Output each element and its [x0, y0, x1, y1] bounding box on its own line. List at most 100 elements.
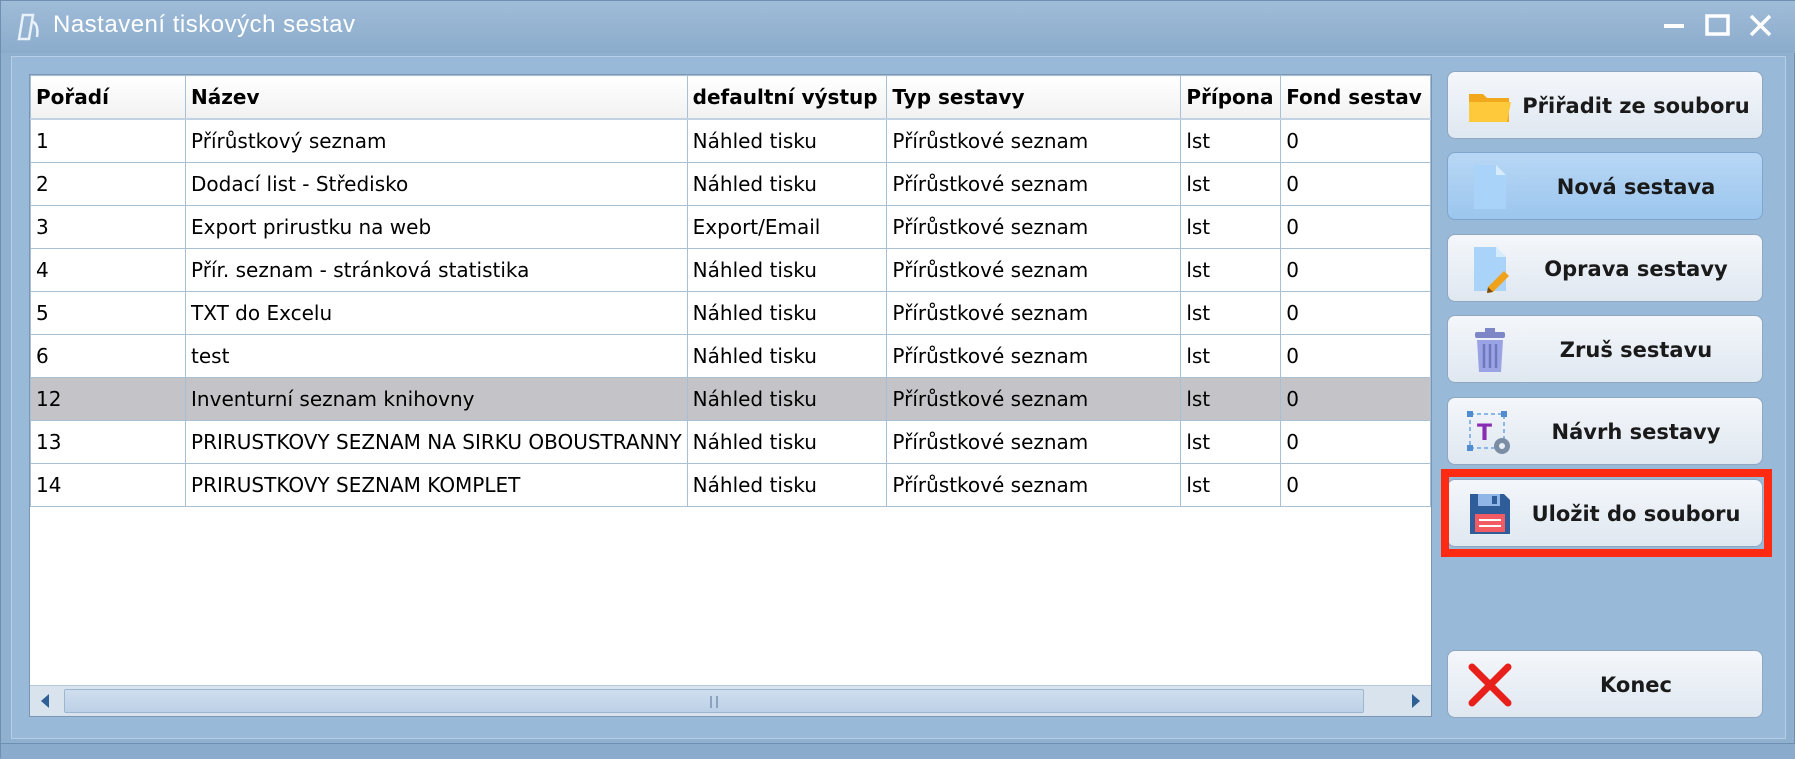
cell-order[interactable]: 4	[30, 248, 187, 292]
report-settings-window: Nastavení tiskových sestav Pořadí Název …	[0, 0, 1795, 759]
cell-extension[interactable]: lst	[1180, 291, 1282, 335]
table-row[interactable]: 5 TXT do Excelu Náhled tisku Přírůstkové se…	[30, 291, 1431, 335]
assign-from-file-button[interactable]: Přiřadit ze souboru	[1447, 71, 1763, 139]
cell-report-type[interactable]: Přírůstkové seznam	[886, 420, 1182, 464]
cell-extension[interactable]: lst	[1180, 248, 1282, 292]
cell-order[interactable]: 1	[30, 118, 187, 163]
window-title: Nastavení tiskových sestav	[53, 11, 356, 38]
cell-order[interactable]: 3	[30, 205, 187, 249]
document-icon	[1474, 165, 1506, 209]
folder-icon	[1469, 94, 1511, 122]
cell-default-output[interactable]: Náhled tisku	[686, 463, 888, 507]
cell-extension[interactable]: lst	[1180, 463, 1282, 507]
report-designer-icon: T	[1467, 411, 1510, 454]
cell-order[interactable]: 5	[30, 291, 187, 335]
cell-extension[interactable]: lst	[1180, 420, 1282, 464]
cell-default-output[interactable]: Náhled tisku	[686, 334, 888, 378]
cell-default-output[interactable]: Náhled tisku	[686, 248, 888, 292]
table-row[interactable]: 2 Dodací list - Středisko Náhled tisku Přír…	[30, 162, 1431, 206]
cell-name[interactable]: Dodací list - Středisko	[185, 162, 688, 206]
cell-report-type[interactable]: Přírůstkové seznam	[886, 463, 1182, 507]
cell-report-type[interactable]: Přírůstkové seznam	[886, 162, 1182, 206]
new-report-button[interactable]: Nová sestava	[1447, 152, 1763, 220]
app-logo-icon	[17, 13, 39, 41]
scrollbar-thumb[interactable]	[64, 689, 1364, 713]
cell-order[interactable]: 12	[30, 377, 187, 421]
cell-name[interactable]: test	[185, 334, 688, 378]
design-report-label: Návrh sestavy	[1551, 420, 1721, 444]
table-row[interactable]: 6 test Náhled tisku Přírůstkové seznam lst 0	[30, 334, 1431, 378]
edit-report-button[interactable]: Oprava sestavy	[1447, 234, 1763, 302]
cell-name[interactable]: Export prirustku na web	[185, 205, 688, 249]
cell-report-fund[interactable]: 0	[1280, 162, 1431, 206]
cell-extension[interactable]: lst	[1180, 162, 1282, 206]
cell-name[interactable]: Přír. seznam - stránková statistika	[185, 248, 688, 292]
cell-name[interactable]: Přírůstkový seznam	[185, 118, 688, 163]
cell-report-type[interactable]: Přírůstkové seznam	[886, 205, 1182, 249]
cell-report-fund[interactable]: 0	[1280, 291, 1431, 335]
column-header-name[interactable]: Název	[185, 75, 688, 120]
column-header-extension[interactable]: Přípona	[1180, 75, 1282, 120]
cell-report-type[interactable]: Přírůstkové seznam	[886, 118, 1182, 163]
cell-default-output[interactable]: Náhled tisku	[686, 291, 888, 335]
column-header-report-type[interactable]: Typ sestavy	[886, 75, 1182, 120]
cell-extension[interactable]: lst	[1180, 205, 1282, 249]
minimize-icon[interactable]	[1658, 9, 1692, 43]
cell-report-type[interactable]: Přírůstkové seznam	[886, 291, 1182, 335]
cell-order[interactable]: 13	[30, 420, 187, 464]
scroll-left-icon[interactable]	[30, 686, 60, 716]
cell-report-fund[interactable]: 0	[1280, 118, 1431, 163]
cell-report-type[interactable]: Přírůstkové seznam	[886, 377, 1182, 421]
title-bar[interactable]: Nastavení tiskových sestav	[1, 1, 1795, 53]
table-header-row: Pořadí Název defaultní výstup Typ sestav…	[30, 75, 1431, 120]
table-row[interactable]: 14 PRIRUSTKOVY SEZNAM KOMPLET Náhled tisku…	[30, 463, 1431, 507]
column-header-order[interactable]: Pořadí	[30, 75, 187, 120]
cell-default-output[interactable]: Náhled tisku	[686, 377, 888, 421]
cell-name[interactable]: TXT do Excelu	[185, 291, 688, 335]
cell-default-output[interactable]: Náhled tisku	[686, 118, 888, 163]
table-row[interactable]: 1 Přírůstkový seznam Náhled tisku Přírůstko…	[30, 118, 1431, 163]
delete-report-label: Zruš sestavu	[1559, 338, 1713, 362]
cell-order[interactable]: 6	[30, 334, 187, 378]
cell-report-fund[interactable]: 0	[1280, 334, 1431, 378]
cell-default-output[interactable]: Náhled tisku	[686, 420, 888, 464]
close-window-icon[interactable]	[1744, 9, 1778, 43]
delete-report-button[interactable]: Zruš sestavu	[1447, 315, 1763, 383]
cell-name[interactable]: Inventurní seznam knihovny	[185, 377, 688, 421]
close-button[interactable]: Konec	[1447, 650, 1763, 718]
table-row[interactable]: 12 Inventurní seznam knihovny Náhled tisku…	[30, 377, 1431, 421]
svg-text:T: T	[1477, 421, 1492, 446]
cell-order[interactable]: 2	[30, 162, 187, 206]
cell-default-output[interactable]: Náhled tisku	[686, 162, 888, 206]
table-row[interactable]: 3 Export prirustku na web Export/Email Přír…	[30, 205, 1431, 249]
reports-grid[interactable]: Pořadí Název defaultní výstup Typ sestav…	[29, 74, 1432, 717]
cell-report-fund[interactable]: 0	[1280, 248, 1431, 292]
red-x-icon	[1468, 663, 1512, 707]
scroll-right-icon[interactable]	[1401, 686, 1431, 716]
cell-extension[interactable]: lst	[1180, 377, 1282, 421]
cell-report-fund[interactable]: 0	[1280, 463, 1431, 507]
cell-name[interactable]: PRIRUSTKOVY SEZNAM KOMPLET	[185, 463, 688, 507]
cell-report-type[interactable]: Přírůstkové seznam	[886, 334, 1182, 378]
column-header-default-output[interactable]: defaultní výstup	[686, 75, 888, 120]
floppy-disk-icon	[1470, 494, 1510, 534]
trash-icon	[1475, 328, 1505, 372]
save-to-file-button[interactable]: Uložit do souboru	[1447, 479, 1763, 547]
cell-name[interactable]: PRIRUSTKOVY SEZNAM NA SIRKU OBOUSTRANNY	[185, 420, 688, 464]
table-row[interactable]: 13 PRIRUSTKOVY SEZNAM NA SIRKU OBOUSTRANN…	[30, 420, 1431, 464]
cell-report-type[interactable]: Přírůstkové seznam	[886, 248, 1182, 292]
design-report-button[interactable]: T Návrh sestavy	[1447, 397, 1763, 465]
cell-default-output[interactable]: Export/Email	[686, 205, 888, 249]
new-report-label: Nová sestava	[1556, 175, 1716, 199]
column-header-report-fund[interactable]: Fond sestav	[1280, 75, 1431, 120]
maximize-icon[interactable]	[1701, 9, 1735, 43]
document-edit-icon	[1474, 247, 1509, 293]
cell-extension[interactable]: lst	[1180, 118, 1282, 163]
cell-order[interactable]: 14	[30, 463, 187, 507]
cell-report-fund[interactable]: 0	[1280, 205, 1431, 249]
cell-report-fund[interactable]: 0	[1280, 420, 1431, 464]
cell-extension[interactable]: lst	[1180, 334, 1282, 378]
table-row[interactable]: 4 Přír. seznam - stránková statistika Náhl…	[30, 248, 1431, 292]
cell-report-fund[interactable]: 0	[1280, 377, 1431, 421]
horizontal-scrollbar[interactable]	[30, 685, 1431, 716]
